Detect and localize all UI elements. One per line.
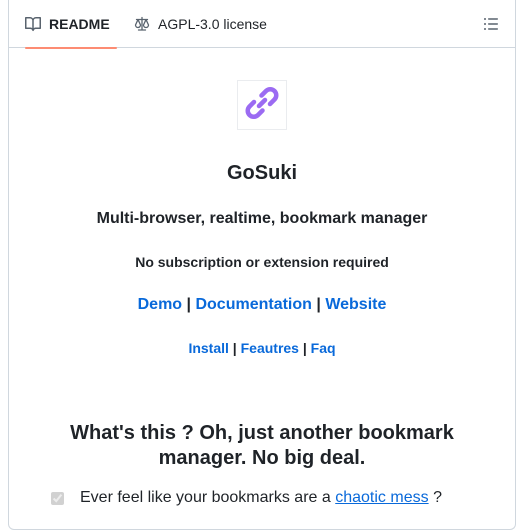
readme-panel: README AGPL-3.0 license GoSuki Multi-bro…	[8, 0, 516, 530]
link-chaotic-mess[interactable]: chaotic mess	[335, 489, 428, 506]
task-list-item: Ever feel like your bookmarks are a chao…	[51, 489, 442, 507]
link-documentation[interactable]: Documentation	[195, 296, 311, 313]
link-separator: |	[302, 340, 307, 356]
outline-button[interactable]	[483, 16, 499, 32]
project-title: GoSuki	[226, 162, 297, 184]
link-faq[interactable]: Faq	[311, 340, 336, 356]
tab-license-label: AGPL-3.0 license	[158, 16, 267, 32]
readme-tabbar: README AGPL-3.0 license	[9, 0, 515, 49]
link-separator: |	[316, 296, 321, 313]
tab-license[interactable]: AGPL-3.0 license	[134, 0, 267, 48]
primary-links: Demo | Documentation | Website	[9, 296, 515, 314]
secondary-links: Install | Feautres | Faq	[9, 340, 515, 356]
task-checkbox	[51, 491, 64, 505]
project-tagline: No subscription or extension required	[135, 254, 389, 270]
task-text: Ever feel like your bookmarks are a chao…	[80, 489, 442, 506]
link-separator: |	[232, 340, 237, 356]
link-website[interactable]: Website	[325, 296, 386, 313]
project-logo	[237, 80, 287, 130]
link-features[interactable]: Feautres	[241, 340, 299, 356]
book-icon	[25, 16, 41, 32]
tab-readme[interactable]: README	[25, 0, 117, 49]
link-icon	[242, 83, 282, 128]
tab-readme-label: README	[49, 16, 110, 32]
list-unordered-icon	[483, 18, 499, 36]
link-demo[interactable]: Demo	[138, 296, 182, 313]
section-heading: What's this ? Oh, just another bookmark …	[70, 422, 454, 469]
link-separator: |	[186, 296, 192, 313]
project-subtitle: Multi-browser, realtime, bookmark manage…	[96, 210, 428, 227]
law-icon	[134, 16, 150, 32]
link-install[interactable]: Install	[188, 340, 228, 356]
